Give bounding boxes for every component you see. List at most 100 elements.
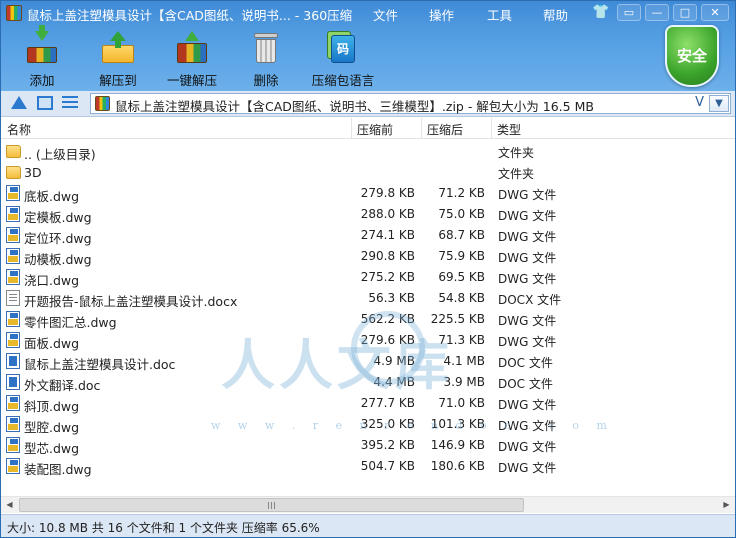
file-type: DWG 文件 — [498, 230, 557, 244]
file-packed-size: 4.1 MB — [443, 354, 485, 368]
file-name: 浇口.dwg — [24, 273, 80, 288]
menu-help[interactable]: 帮助 — [543, 5, 568, 24]
file-type: DOC 文件 — [498, 377, 553, 391]
column-packed[interactable]: 压缩后 — [427, 121, 463, 138]
list-header: 名称 压缩前 压缩后 类型 — [1, 118, 735, 139]
column-separator[interactable] — [491, 118, 492, 138]
file-packed-size: 75.9 KB — [438, 249, 485, 263]
file-type: DWG 文件 — [498, 440, 557, 454]
thumbnail-view-icon[interactable] — [37, 96, 53, 110]
file-row[interactable]: 型腔.dwg 325.0 KB 101.3 KB DWG 文件 — [1, 414, 735, 435]
file-size: 4.4 MB — [373, 375, 415, 389]
one-click-label: 一键解压 — [167, 73, 218, 88]
file-row[interactable]: 型芯.dwg 395.2 KB 146.9 KB DWG 文件 — [1, 435, 735, 456]
file-size: 562.2 KB — [360, 312, 415, 326]
extract-label: 解压到 — [99, 73, 137, 88]
one-click-extract-button[interactable]: 一键解压 — [167, 31, 217, 89]
file-row[interactable]: 定模板.dwg 288.0 KB 75.0 KB DWG 文件 — [1, 204, 735, 225]
settings-button[interactable]: ▭ — [617, 4, 641, 21]
address-row: 鼠标上盖注塑模具设计【含CAD图纸、说明书、三维模型】.zip - 解包大小为 … — [1, 91, 735, 117]
file-size: 274.1 KB — [360, 228, 415, 242]
title-bar[interactable]: 鼠标上盖注塑模具设计【含CAD图纸、说明书... - 360压缩 文件 操作 工… — [1, 1, 735, 25]
close-button[interactable]: ✕ — [701, 4, 729, 21]
file-size: 56.3 KB — [368, 291, 415, 305]
extract-to-button[interactable]: 解压到 — [97, 31, 139, 89]
file-packed-size: 69.5 KB — [438, 270, 485, 284]
address-bar[interactable]: 鼠标上盖注塑模具设计【含CAD图纸、说明书、三维模型】.zip - 解包大小为 … — [90, 93, 731, 114]
file-row[interactable]: 面板.dwg 279.6 KB 71.3 KB DWG 文件 — [1, 330, 735, 351]
horizontal-scrollbar[interactable]: ◀ ▶ — [1, 496, 735, 513]
column-separator[interactable] — [421, 118, 422, 138]
file-row[interactable]: 鼠标上盖注塑模具设计.doc 4.9 MB 4.1 MB DOC 文件 — [1, 351, 735, 372]
column-size[interactable]: 压缩前 — [357, 121, 393, 138]
scroll-left-icon[interactable]: ◀ — [1, 497, 18, 513]
status-text: 大小: 10.8 MB 共 16 个文件和 1 个文件夹 压缩率 65.6% — [7, 521, 320, 535]
file-row[interactable]: .. (上级目录) 文件夹 — [1, 141, 735, 162]
file-name: 外文翻译.doc — [24, 378, 101, 393]
column-separator[interactable] — [351, 118, 352, 138]
file-packed-size: 68.7 KB — [438, 228, 485, 242]
window-controls: 👕 ▭ — □ ✕ — [589, 4, 729, 21]
address-expand-button[interactable]: ▼ — [709, 95, 729, 112]
file-size: 504.7 KB — [360, 459, 415, 473]
file-size: 288.0 KB — [360, 207, 415, 221]
file-row[interactable]: 动模板.dwg 290.8 KB 75.9 KB DWG 文件 — [1, 246, 735, 267]
skin-shirt-icon[interactable]: 👕 — [589, 4, 613, 21]
file-row[interactable]: 斜顶.dwg 277.7 KB 71.0 KB DWG 文件 — [1, 393, 735, 414]
column-type[interactable]: 类型 — [497, 121, 521, 138]
file-name: 3D — [24, 165, 42, 180]
dwg-file-icon — [6, 185, 20, 201]
file-name: 开题报告-鼠标上盖注塑模具设计.docx — [24, 294, 238, 309]
add-button[interactable]: 添加 — [21, 25, 63, 89]
file-name: 底板.dwg — [24, 189, 80, 204]
file-list: 名称 压缩前 压缩后 类型 .. (上级目录) 文件夹 3D 文件夹 底板.dwg 279… — [1, 118, 735, 498]
maximize-button[interactable]: □ — [673, 4, 697, 21]
scroll-right-icon[interactable]: ▶ — [718, 497, 735, 513]
file-size: 290.8 KB — [360, 249, 415, 263]
trash-bin-icon — [248, 31, 284, 65]
doc-file-icon — [6, 374, 20, 390]
file-type: DWG 文件 — [498, 419, 557, 433]
add-label: 添加 — [29, 73, 55, 88]
file-row[interactable]: 浇口.dwg 275.2 KB 69.5 KB DWG 文件 — [1, 267, 735, 288]
file-row[interactable]: 装配图.dwg 504.7 KB 180.6 KB DWG 文件 — [1, 456, 735, 477]
list-view-icon[interactable] — [62, 96, 78, 110]
dwg-file-icon — [6, 227, 20, 243]
docx-file-icon — [6, 290, 20, 306]
file-packed-size: 101.3 KB — [430, 417, 485, 431]
file-name: 定模板.dwg — [24, 210, 92, 225]
file-row[interactable]: 外文翻译.doc 4.4 MB 3.9 MB DOC 文件 — [1, 372, 735, 393]
delete-button[interactable]: 删除 — [248, 31, 284, 89]
encoding-language-icon: 码 — [325, 31, 361, 65]
file-name: .. (上级目录) — [24, 147, 96, 162]
file-type: DWG 文件 — [498, 461, 557, 475]
file-row[interactable]: 零件图汇总.dwg 562.2 KB 225.5 KB DWG 文件 — [1, 309, 735, 330]
top-band: 鼠标上盖注塑模具设计【含CAD图纸、说明书... - 360压缩 文件 操作 工… — [1, 1, 735, 91]
file-type: DOC 文件 — [498, 356, 553, 370]
add-archive-icon — [24, 25, 60, 65]
file-type: DOCX 文件 — [498, 293, 562, 307]
file-name: 型芯.dwg — [24, 441, 80, 456]
menu-file[interactable]: 文件 — [373, 5, 398, 24]
file-row[interactable]: 开题报告-鼠标上盖注塑模具设计.docx 56.3 KB 54.8 KB DOCX 文… — [1, 288, 735, 309]
column-name[interactable]: 名称 — [7, 121, 31, 138]
archive-icon — [95, 96, 110, 111]
up-arrow-icon[interactable] — [11, 96, 27, 109]
menu-operation[interactable]: 操作 — [429, 5, 454, 24]
menu-tools[interactable]: 工具 — [487, 5, 512, 24]
file-row[interactable]: 定位环.dwg 274.1 KB 68.7 KB DWG 文件 — [1, 225, 735, 246]
file-row[interactable]: 3D 文件夹 — [1, 162, 735, 183]
minimize-button[interactable]: — — [645, 4, 669, 21]
address-path: 鼠标上盖注塑模具设计【含CAD图纸、说明书、三维模型】.zip - 解包大小为 … — [115, 99, 594, 114]
security-shield-button[interactable]: 安全 — [665, 25, 719, 87]
address-dropdown-icon[interactable]: V — [695, 95, 704, 110]
archive-language-button[interactable]: 码 压缩包语言 — [311, 31, 375, 89]
language-label: 压缩包语言 — [311, 73, 375, 88]
file-row[interactable]: 底板.dwg 279.8 KB 71.2 KB DWG 文件 — [1, 183, 735, 204]
one-click-extract-icon — [174, 31, 210, 65]
file-packed-size: 54.8 KB — [438, 291, 485, 305]
extract-folder-icon — [100, 31, 136, 65]
file-name: 定位环.dwg — [24, 231, 92, 246]
file-type: DWG 文件 — [498, 251, 557, 265]
scroll-thumb[interactable] — [19, 498, 524, 512]
